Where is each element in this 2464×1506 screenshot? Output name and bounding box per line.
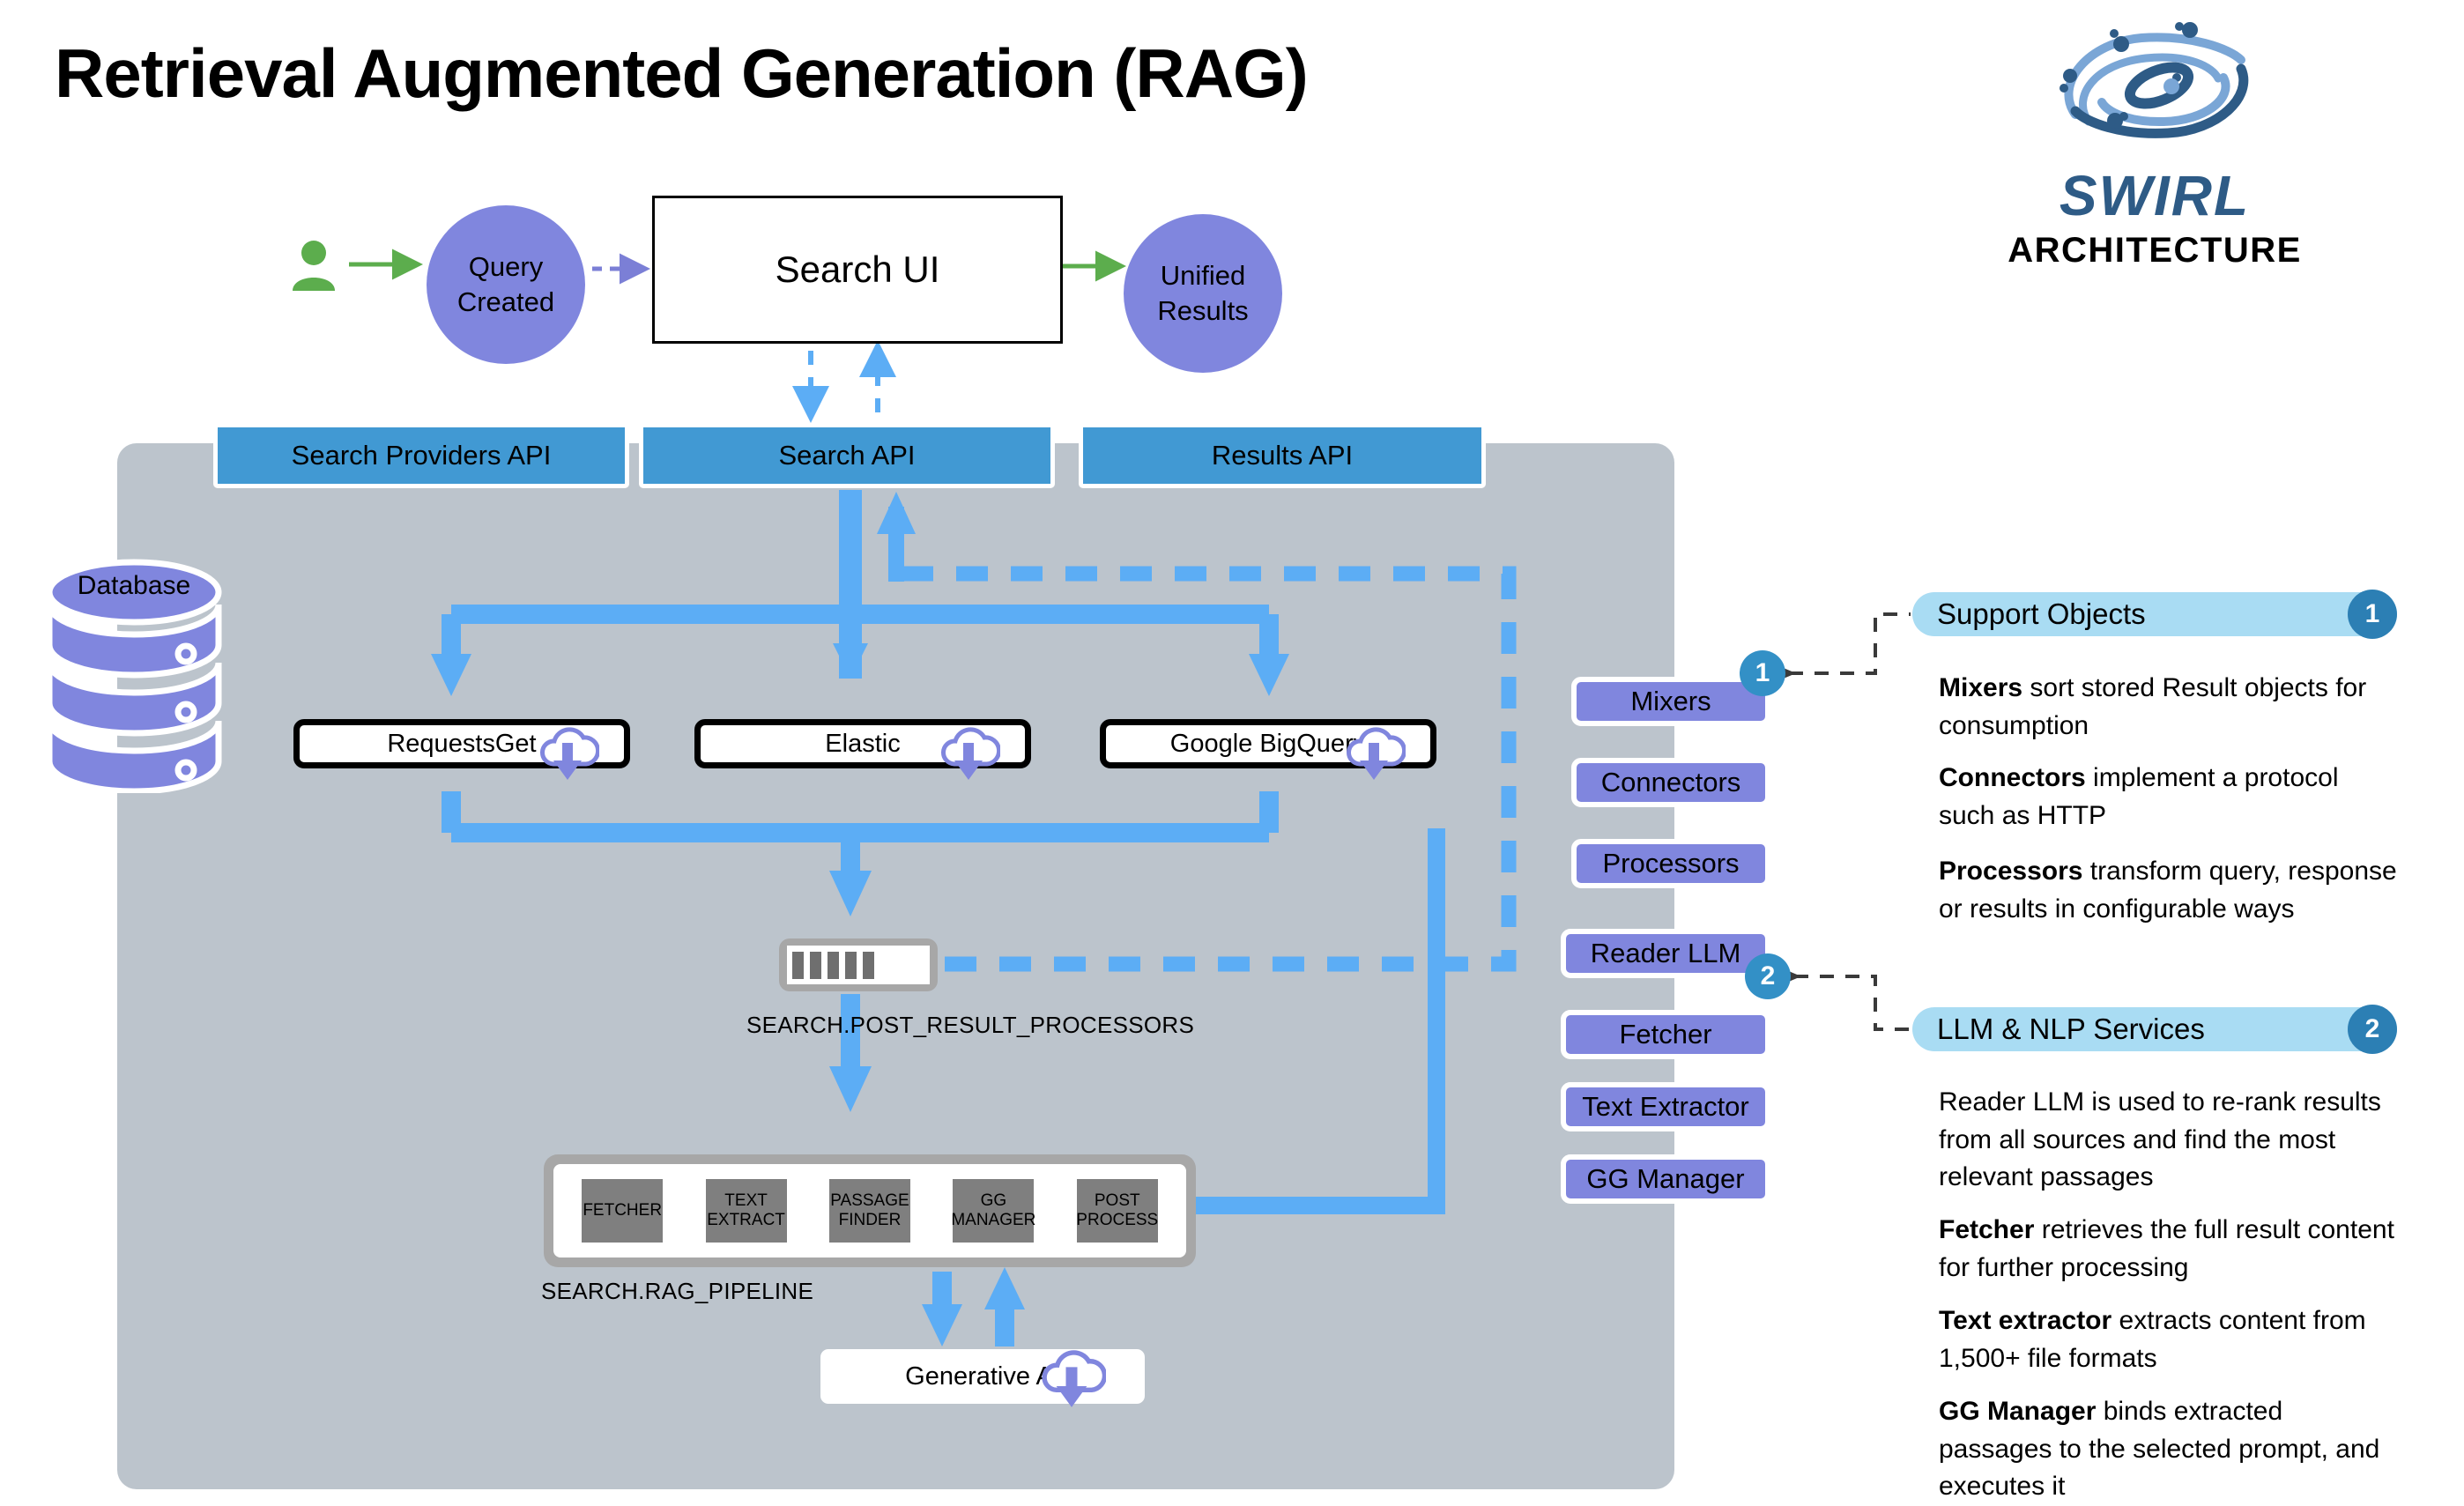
cloud-download-icon (540, 727, 599, 780)
unified-results-node: Unified Results (1124, 214, 1282, 373)
component-pill-reader-llm[interactable]: Reader LLM (1561, 929, 1770, 978)
paragraph-term: Text extractor (1939, 1306, 2112, 1335)
support-objects-paragraph-connectors: Connectors implement a protocol such as … (1939, 760, 2399, 835)
rag-step-passage-finder: PASSAGE FINDER (828, 1179, 910, 1243)
unified-results-line1: Unified (1160, 260, 1246, 292)
swirl-logo: SWIRL ARCHITECTURE (1965, 9, 2344, 271)
component-pill-fetcher[interactable]: Fetcher (1561, 1010, 1770, 1059)
api-bar-label: Search Providers API (291, 440, 552, 471)
component-label: Processors (1602, 848, 1740, 879)
processor-bar (863, 951, 874, 979)
unified-results-line2: Results (1157, 295, 1249, 326)
provider-google-bigquery[interactable]: Google BigQuery (1100, 719, 1436, 780)
component-pill-mixers[interactable]: Mixers (1562, 670, 1770, 726)
paragraph-term: Mixers (1939, 673, 2023, 702)
provider-label: RequestsGet (387, 729, 537, 758)
rag-step-line1: POST (1094, 1191, 1140, 1210)
paragraph-term: Processors (1939, 857, 2083, 886)
component-label: Reader LLM (1590, 938, 1741, 968)
query-created-node: Query Created (427, 205, 585, 364)
paragraph-term: Fetcher (1939, 1215, 2035, 1244)
paragraph-body: Reader LLM is used to re-rank results fr… (1939, 1087, 2381, 1192)
component-label: GG Manager (1586, 1163, 1745, 1194)
processor-bar (828, 951, 839, 979)
rag-step-line2: MANAGER (951, 1211, 1036, 1229)
callout-badge-1: 1 (1740, 650, 1785, 696)
cloud-download-icon (1042, 1350, 1106, 1407)
llm-paragraph-reader-llm: Reader LLM is used to re-rank results fr… (1939, 1084, 2399, 1197)
search-api-bar[interactable]: Search API (639, 423, 1055, 488)
component-label: Connectors (1600, 767, 1741, 798)
section-header-support-objects: Support Objects 1 (1912, 590, 2397, 639)
processor-bars (787, 946, 930, 984)
component-pill-gg-manager[interactable]: GG Manager (1561, 1154, 1770, 1204)
provider-elastic[interactable]: Elastic (694, 719, 1031, 780)
component-label: Fetcher (1619, 1019, 1712, 1050)
rag-step-line2: EXTRACT (707, 1211, 785, 1229)
component-pill-processors[interactable]: Processors (1562, 832, 1770, 888)
rag-step-text-extract: TEXT EXTRACT (705, 1179, 787, 1243)
post-result-processors-caption: SEARCH.POST_RESULT_PROCESSORS (746, 1012, 1195, 1038)
paragraph-term: GG Manager (1939, 1397, 2097, 1426)
paragraph-term: Connectors (1939, 763, 2086, 792)
llm-paragraph-fetcher: Fetcher retrieves the full result conten… (1939, 1212, 2399, 1287)
provider-requestsget[interactable]: RequestsGet (293, 719, 630, 780)
rag-step-line1: FETCHER (583, 1200, 663, 1220)
rag-step-line1: TEXT (724, 1191, 768, 1210)
processor-bar (792, 951, 804, 979)
person-icon (293, 241, 335, 291)
rag-step-gg-manager: GG MANAGER (951, 1179, 1036, 1243)
section-header-llm-nlp-services: LLM & NLP Services 2 (1912, 1005, 2397, 1054)
cloud-download-icon (1347, 727, 1406, 780)
support-objects-paragraph-mixers: Mixers sort stored Result objects for co… (1939, 670, 2399, 745)
api-bar-label: Search API (778, 440, 916, 471)
post-result-processors-node (779, 938, 938, 991)
llm-paragraph-text-extractor: Text extractor extracts content from 1,5… (1939, 1302, 2399, 1377)
support-objects-paragraph-processors: Processors transform query, response or … (1939, 853, 2399, 928)
component-label: Mixers (1630, 686, 1711, 716)
search-ui-label: Search UI (775, 249, 940, 290)
section-number: 2 (2348, 1005, 2397, 1054)
api-bar-label: Results API (1211, 440, 1354, 471)
page-title: Retrieval Augmented Generation (RAG) (55, 34, 1309, 112)
section-number: 1 (2348, 590, 2397, 639)
processor-bar (845, 951, 857, 979)
query-created-line1: Query (468, 251, 544, 283)
rag-step-line1: PASSAGE (830, 1191, 909, 1210)
rag-step-fetcher: FETCHER (582, 1179, 664, 1243)
rag-pipeline-steps: FETCHER TEXT EXTRACT PASSAGE FINDER GG M… (553, 1164, 1186, 1257)
search-providers-api-bar[interactable]: Search Providers API (213, 423, 629, 488)
provider-label: Elastic (825, 729, 901, 758)
rag-step-line2: FINDER (838, 1211, 902, 1229)
rag-step-post-process: POST PROCESS (1076, 1179, 1159, 1243)
component-pill-connectors[interactable]: Connectors (1562, 751, 1770, 807)
logo-wordmark: SWIRL (2059, 164, 2251, 227)
section-title: Support Objects (1937, 597, 2146, 630)
results-api-bar[interactable]: Results API (1079, 423, 1486, 488)
galaxy-icon (2060, 22, 2249, 138)
provider-label: Google BigQuery (1169, 729, 1367, 758)
logo-subtitle: ARCHITECTURE (2008, 231, 2302, 271)
processor-bar (810, 951, 821, 979)
database-icon (46, 559, 222, 793)
cloud-download-icon (941, 727, 1000, 780)
callout-badge-2: 2 (1745, 953, 1791, 999)
search-ui-node[interactable]: Search UI (652, 196, 1063, 344)
component-pill-text-extractor[interactable]: Text Extractor (1561, 1082, 1770, 1131)
section-title: LLM & NLP Services (1937, 1013, 2205, 1045)
generative-ai-node[interactable]: Generative AI (820, 1349, 1145, 1407)
rag-step-line1: GG (980, 1191, 1007, 1210)
rag-pipeline-caption: SEARCH.RAG_PIPELINE (541, 1278, 814, 1304)
component-label: Text Extractor (1582, 1091, 1749, 1122)
query-created-line2: Created (456, 286, 555, 317)
rag-pipeline-node: FETCHER TEXT EXTRACT PASSAGE FINDER GG M… (544, 1154, 1196, 1267)
rag-step-line2: PROCESS (1076, 1211, 1159, 1229)
